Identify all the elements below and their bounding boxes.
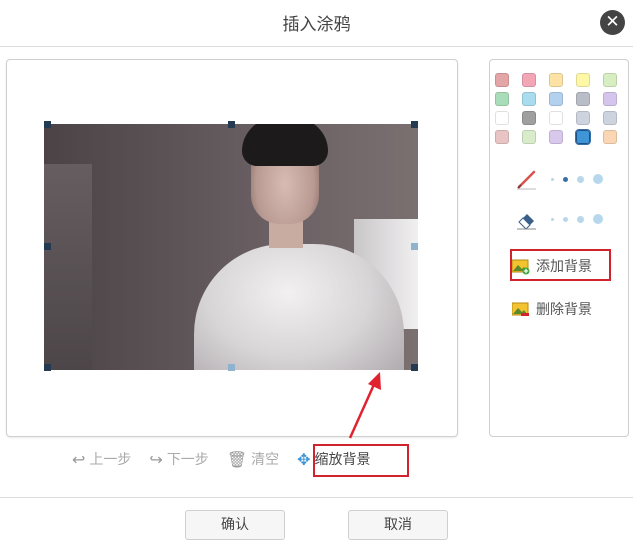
doodle-dialog: 插入涂鸦 ✕ 添加背景 删除背景 ↩ 上一步 ↪ 下一步 🗑 清空 ✥ 缩放背景… xyxy=(0,0,633,546)
resize-handle-top-right[interactable] xyxy=(411,121,418,128)
resize-handle-left[interactable] xyxy=(44,243,51,250)
color-palette xyxy=(495,73,617,145)
resize-handle-top-left[interactable] xyxy=(44,121,51,128)
remove-background-label: 删除背景 xyxy=(536,302,592,318)
scale-background-label: 缩放背景 xyxy=(314,452,371,468)
color-swatch[interactable] xyxy=(549,130,563,144)
brush-size-3[interactable] xyxy=(577,175,584,183)
photo-person-hair xyxy=(242,124,328,166)
redo-button[interactable]: ↪ 下一步 xyxy=(149,449,208,469)
color-swatch[interactable] xyxy=(549,92,563,106)
redo-icon: ↪ xyxy=(149,449,163,469)
brush-size-row xyxy=(516,168,603,190)
color-swatch[interactable] xyxy=(522,111,536,125)
photo-window-left xyxy=(44,164,92,370)
brush-size-4[interactable] xyxy=(593,174,603,184)
tool-panel: 添加背景 删除背景 xyxy=(489,59,629,437)
color-swatch[interactable] xyxy=(522,73,536,87)
remove-background-button[interactable]: 删除背景 xyxy=(511,299,592,319)
header-divider xyxy=(0,46,633,47)
color-swatch[interactable] xyxy=(576,92,590,106)
color-swatch[interactable] xyxy=(495,73,509,87)
undo-label: 上一步 xyxy=(89,452,132,468)
color-swatch[interactable] xyxy=(603,130,617,144)
color-swatch[interactable] xyxy=(603,73,617,87)
redo-label: 下一步 xyxy=(166,452,209,468)
brush-icon[interactable] xyxy=(516,168,538,190)
cancel-button[interactable]: 取消 xyxy=(348,510,448,540)
remove-image-icon xyxy=(511,302,530,316)
eraser-size-row xyxy=(516,208,603,230)
color-swatch[interactable] xyxy=(576,73,590,87)
move-icon: ✥ xyxy=(297,449,311,469)
eraser-icon[interactable] xyxy=(516,208,538,230)
close-icon[interactable]: ✕ xyxy=(600,10,625,35)
color-swatch[interactable] xyxy=(495,130,509,144)
color-swatch[interactable] xyxy=(575,129,591,145)
footer-divider xyxy=(0,497,633,498)
color-swatch[interactable] xyxy=(495,111,509,125)
dialog-title: 插入涂鸦 xyxy=(282,15,351,35)
undo-button[interactable]: ↩ 上一步 xyxy=(72,449,131,469)
add-background-highlight xyxy=(510,249,611,281)
background-image[interactable] xyxy=(44,124,418,370)
clear-label: 清空 xyxy=(251,452,280,468)
scale-background-button[interactable]: ✥ 缩放背景 xyxy=(297,449,370,469)
color-swatch[interactable] xyxy=(603,111,617,125)
color-swatch[interactable] xyxy=(549,111,563,125)
resize-handle-right[interactable] xyxy=(411,243,418,250)
resize-handle-bottom-left[interactable] xyxy=(44,364,51,371)
eraser-size-2[interactable] xyxy=(563,216,568,222)
color-swatch[interactable] xyxy=(603,92,617,106)
eraser-size-3[interactable] xyxy=(577,215,584,223)
resize-handle-bottom[interactable] xyxy=(228,364,235,371)
trash-icon: 🗑 xyxy=(226,449,248,469)
color-swatch[interactable] xyxy=(576,111,590,125)
annotation-arrow xyxy=(348,372,381,439)
color-swatch[interactable] xyxy=(495,92,509,106)
resize-handle-bottom-right[interactable] xyxy=(411,364,418,371)
eraser-size-4[interactable] xyxy=(593,214,603,224)
color-swatch[interactable] xyxy=(522,130,536,144)
undo-icon: ↩ xyxy=(72,449,86,469)
eraser-size-1[interactable] xyxy=(551,217,554,221)
canvas-toolbar: ↩ 上一步 ↪ 下一步 🗑 清空 ✥ 缩放背景 xyxy=(72,449,389,469)
confirm-button[interactable]: 确认 xyxy=(185,510,285,540)
color-swatch[interactable] xyxy=(522,92,536,106)
color-swatch[interactable] xyxy=(549,73,563,87)
brush-size-2[interactable] xyxy=(563,176,568,182)
resize-handle-top[interactable] xyxy=(228,121,235,128)
clear-button[interactable]: 🗑 清空 xyxy=(227,449,279,469)
brush-size-1[interactable] xyxy=(551,177,554,181)
